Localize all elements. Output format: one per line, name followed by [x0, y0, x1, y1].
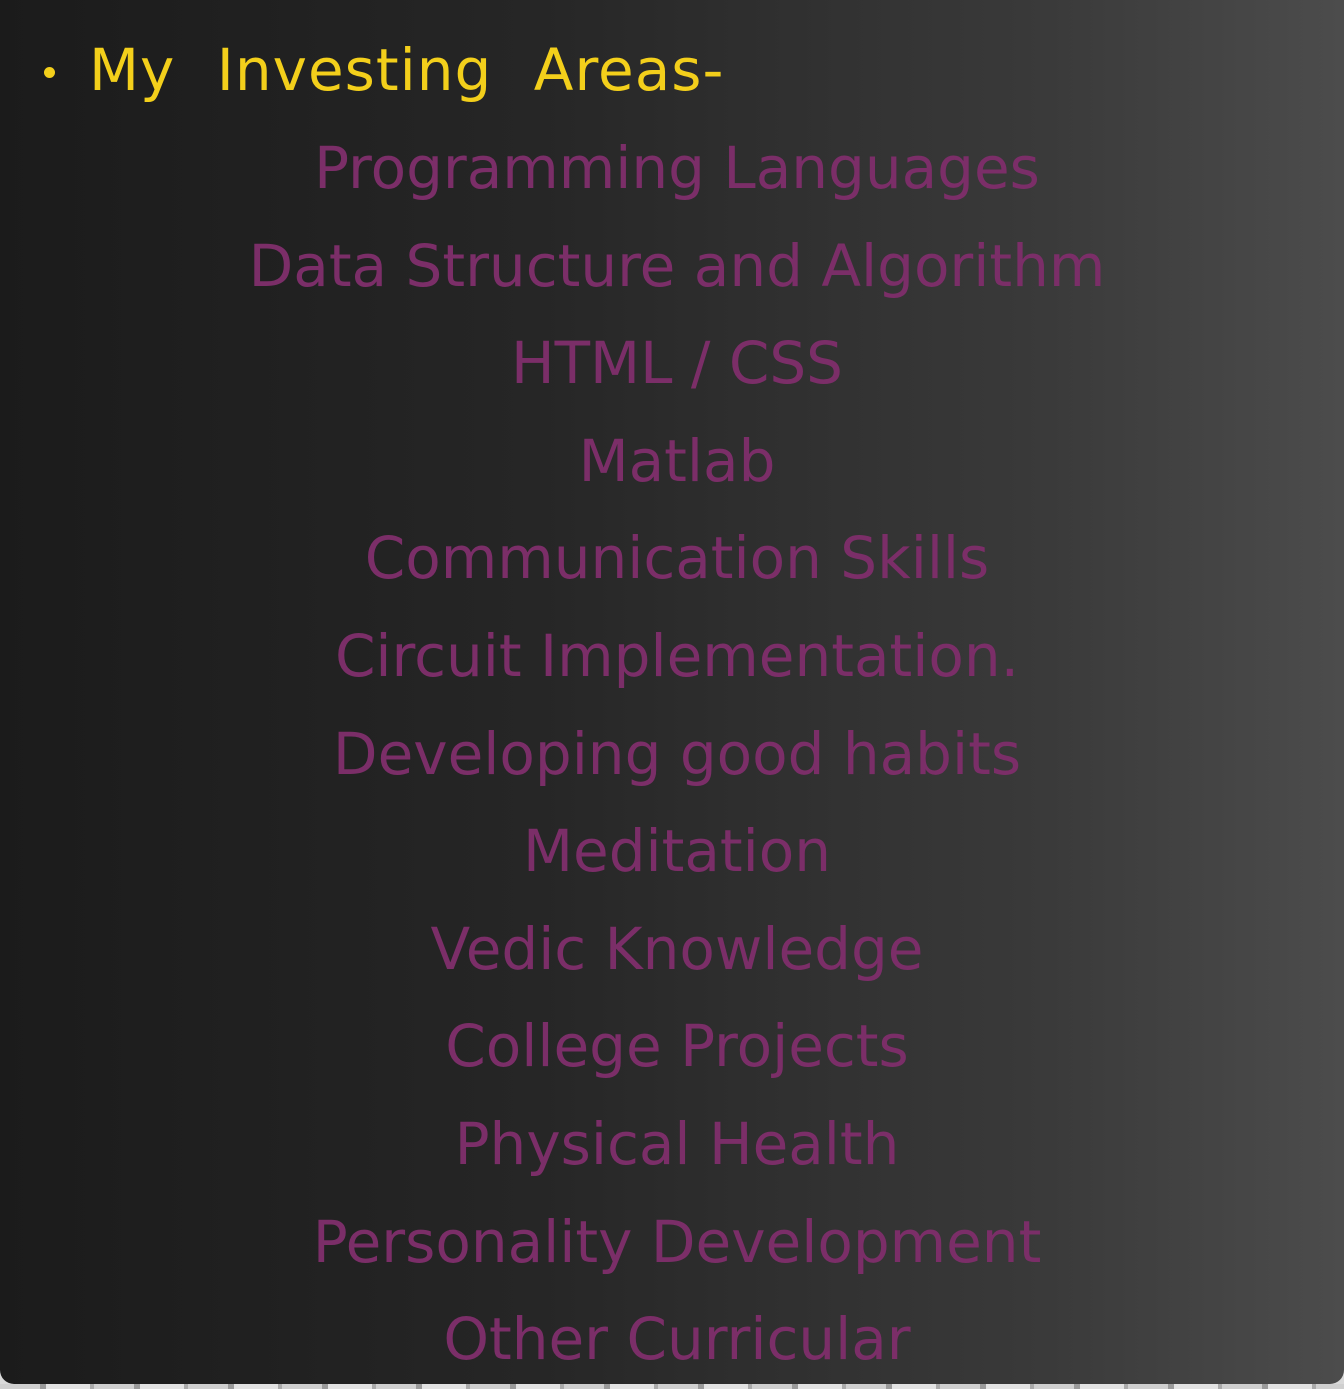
- bottom-edge-strip: [0, 1384, 1344, 1389]
- list-item: Matlab: [578, 426, 776, 495]
- list-item: Vedic Knowledge: [430, 914, 924, 983]
- list-item: Circuit Implementation.: [334, 621, 1020, 690]
- list-item: Personality Development: [312, 1207, 1042, 1276]
- list-item: Meditation: [522, 817, 832, 886]
- list-item: Developing good habits: [332, 719, 1022, 788]
- investing-areas-list: Programming Languages Data Structure and…: [0, 120, 1344, 1384]
- list-item: HTML / CSS: [511, 329, 843, 398]
- list-item: Physical Health: [454, 1109, 900, 1178]
- list-item: Data Structure and Algorithm: [248, 231, 1106, 300]
- list-item: Communication Skills: [364, 524, 990, 593]
- investing-areas-card: My Investing Areas- Programming Language…: [0, 0, 1344, 1384]
- heading-text: My Investing Areas-: [89, 36, 725, 104]
- list-item: Programming Languages: [314, 134, 1040, 202]
- bullet-icon: [44, 66, 55, 78]
- section-heading: My Investing Areas-: [44, 30, 724, 110]
- list-item: Other Curricular: [443, 1305, 911, 1374]
- list-item: College Projects: [445, 1012, 909, 1081]
